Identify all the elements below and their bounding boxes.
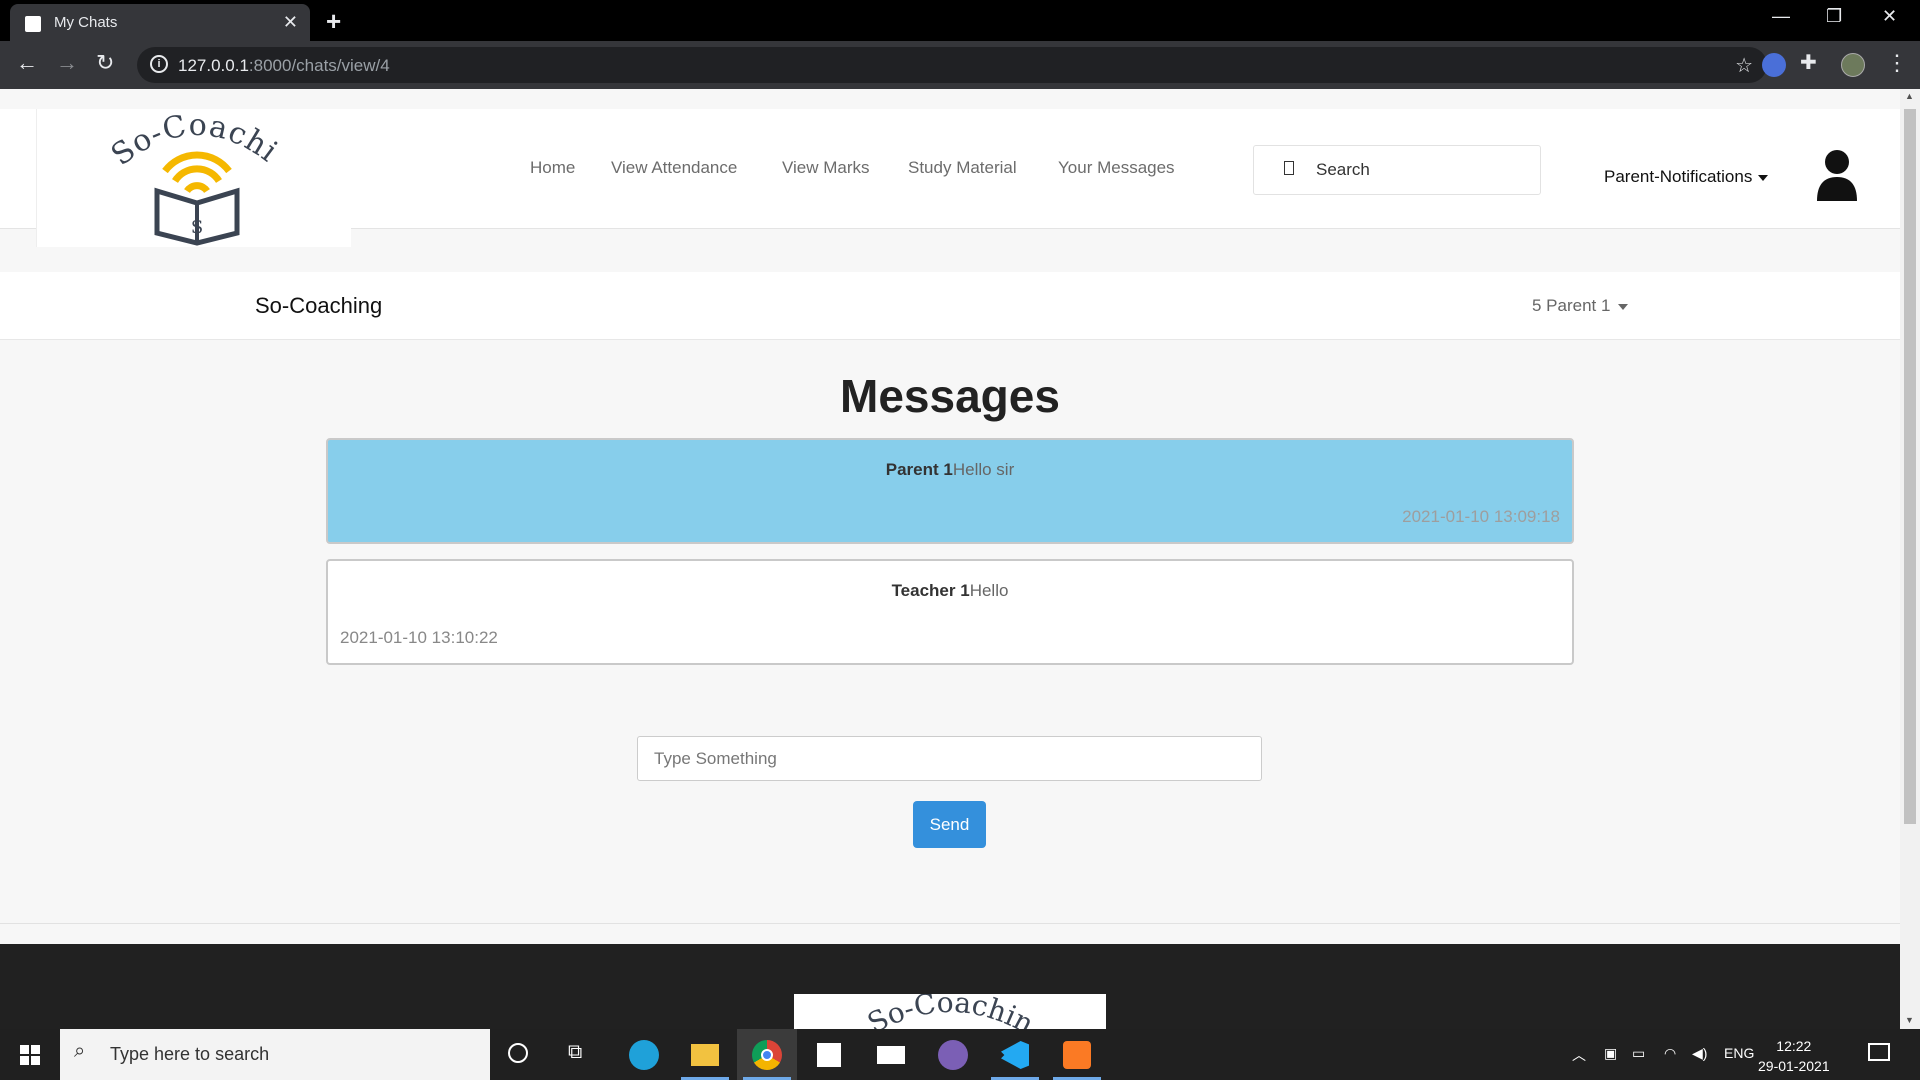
scrollbar-thumb[interactable] xyxy=(1904,109,1916,824)
divider xyxy=(0,923,1900,924)
restore-icon[interactable]: ❐ xyxy=(1826,6,1842,27)
file-explorer-icon[interactable] xyxy=(675,1029,735,1080)
site-header: So-Coaching S Home View Attendance View … xyxy=(0,89,1900,247)
action-center-icon[interactable] xyxy=(1868,1043,1890,1061)
wifi-icon[interactable]: ◠ xyxy=(1664,1045,1676,1062)
send-button[interactable]: Send xyxy=(913,801,986,848)
page-title: Messages xyxy=(840,370,1060,422)
nav-view-marks[interactable]: View Marks xyxy=(782,158,870,178)
notifications-label: Parent-Notifications xyxy=(1604,167,1753,186)
nav-view-attendance[interactable]: View Attendance xyxy=(611,158,737,178)
minimize-icon[interactable]: — xyxy=(1772,6,1790,27)
notifications-dropdown[interactable]: Parent-Notifications xyxy=(1604,167,1769,187)
taskbar-clock[interactable]: 12:22 29-01-2021 xyxy=(1758,1036,1830,1076)
windows-taskbar: ⌕ Type here to search ⧉ ︿ ▣ ▭ ◠ ◀) ENG 1… xyxy=(0,1029,1920,1080)
nav-home[interactable]: Home xyxy=(530,158,575,178)
reload-icon[interactable]: ↻ xyxy=(96,50,114,76)
new-tab-icon[interactable]: + xyxy=(326,6,341,37)
xampp-icon[interactable] xyxy=(1047,1029,1107,1080)
browser-tabbar: My Chats ✕ + — ❐ ✕ xyxy=(0,0,1920,41)
address-bar[interactable]: i 127.0.0.1:8000/chats/view/4 ☆ xyxy=(137,47,1767,83)
profile-avatar[interactable] xyxy=(1841,53,1865,77)
site-logo[interactable]: So-Coaching S xyxy=(27,89,351,247)
message-text: Hello xyxy=(969,581,1009,600)
message-sender: Parent 1 xyxy=(885,460,953,479)
edge-icon[interactable] xyxy=(614,1029,674,1080)
show-hidden-icons-icon[interactable]: ︿ xyxy=(1572,1045,1586,1065)
scroll-down-icon[interactable]: ▼ xyxy=(1905,1015,1914,1025)
svg-text:So-Coaching: So-Coaching xyxy=(794,994,1039,1029)
user-dropdown[interactable]: 5 Parent 1 xyxy=(1532,296,1629,316)
browser-toolbar: ← → ↻ i 127.0.0.1:8000/chats/view/4 ☆ ✚ … xyxy=(0,41,1920,89)
back-icon[interactable]: ← xyxy=(16,50,38,76)
bookmark-star-icon[interactable]: ☆ xyxy=(1735,53,1753,78)
footer-logo: So-Coaching xyxy=(794,994,1106,1029)
taskbar-search[interactable]: ⌕ Type here to search xyxy=(60,1029,490,1080)
input-language[interactable]: ENG xyxy=(1724,1045,1754,1061)
scroll-up-icon[interactable]: ▲ xyxy=(1905,91,1914,101)
favicon-icon xyxy=(25,16,41,32)
message-card: Parent 1Hello sir 2021-01-10 13:09:18 xyxy=(326,438,1574,544)
chrome-icon[interactable] xyxy=(737,1029,797,1080)
cortana-icon[interactable] xyxy=(508,1043,528,1063)
nav-study-material[interactable]: Study Material xyxy=(908,158,1017,178)
close-window-icon[interactable]: ✕ xyxy=(1882,6,1897,27)
svg-text:S: S xyxy=(191,217,203,238)
task-view-icon[interactable]: ⧉ xyxy=(568,1041,582,1064)
vscode-icon[interactable] xyxy=(985,1029,1045,1080)
search-box[interactable]: Search xyxy=(1253,145,1541,195)
site-info-icon[interactable]: i xyxy=(150,55,168,73)
message-header: Teacher 1Hello xyxy=(328,581,1572,601)
message-header: Parent 1Hello sir xyxy=(328,460,1572,480)
message-text: Hello sir xyxy=(952,460,1015,479)
page-scrollbar[interactable]: ▲ ▼ xyxy=(1900,89,1920,1029)
clock-date: 29-01-2021 xyxy=(1758,1058,1830,1074)
volume-icon[interactable]: ◀) xyxy=(1692,1045,1707,1062)
svg-text:So-Coaching: So-Coaching xyxy=(37,109,284,173)
nav-your-messages[interactable]: Your Messages xyxy=(1058,158,1175,178)
mail-icon[interactable] xyxy=(861,1029,921,1080)
message-timestamp: 2021-01-10 13:09:18 xyxy=(1402,507,1560,526)
battery-icon[interactable]: ▭ xyxy=(1632,1045,1645,1062)
taskbar-search-placeholder: Type here to search xyxy=(110,1044,270,1064)
message-card: Teacher 1Hello 2021-01-10 13:10:22 xyxy=(326,559,1574,665)
extension-icon[interactable] xyxy=(1762,53,1786,77)
forward-icon[interactable]: → xyxy=(56,50,78,76)
close-tab-icon[interactable]: ✕ xyxy=(283,12,298,33)
tab-title: My Chats xyxy=(54,14,118,31)
url-text: 127.0.0.1:8000/chats/view/4 xyxy=(178,56,390,75)
user-dropdown-label: 5 Parent 1 xyxy=(1532,296,1611,315)
clock-time: 12:22 xyxy=(1776,1038,1812,1054)
caret-down-icon xyxy=(1618,303,1629,310)
sub-navbar: So-Coaching 5 Parent 1 xyxy=(0,272,1900,340)
site-footer: So-Coaching xyxy=(0,944,1900,1029)
meet-now-icon[interactable]: ▣ xyxy=(1604,1045,1617,1062)
search-icon: ⌕ xyxy=(74,1040,86,1062)
message-timestamp: 2021-01-10 13:10:22 xyxy=(340,628,498,647)
browser-app-icon[interactable] xyxy=(923,1029,983,1080)
message-input[interactable] xyxy=(637,736,1262,781)
store-icon[interactable] xyxy=(799,1029,859,1080)
menu-dots-icon[interactable]: ⋮ xyxy=(1886,50,1908,76)
browser-tab[interactable]: My Chats ✕ xyxy=(10,4,310,41)
search-label: Search xyxy=(1316,160,1370,179)
puzzle-icon[interactable]: ✚ xyxy=(1800,50,1824,74)
message-sender: Teacher 1 xyxy=(891,581,970,600)
brand-link[interactable]: So-Coaching xyxy=(255,293,382,319)
windows-start-icon[interactable] xyxy=(20,1045,40,1065)
user-avatar-icon[interactable] xyxy=(1815,147,1859,201)
page-viewport: So-Coaching S Home View Attendance View … xyxy=(0,89,1900,1029)
search-icon xyxy=(1284,161,1294,175)
caret-down-icon xyxy=(1758,174,1769,181)
